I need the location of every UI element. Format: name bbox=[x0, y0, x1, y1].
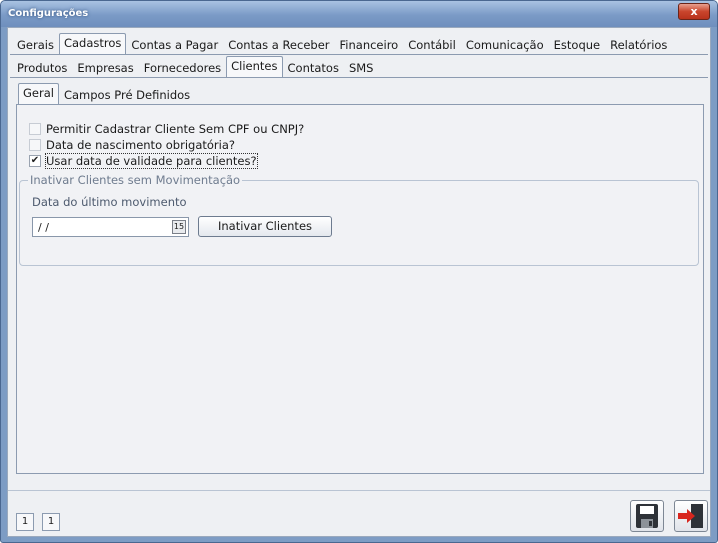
tab-clientes[interactable]: Clientes bbox=[226, 56, 283, 77]
tab-financeiro[interactable]: Financeiro bbox=[335, 35, 404, 54]
footer-divider bbox=[8, 490, 710, 491]
sub-tab-row: Produtos Empresas Fornecedores Clientes … bbox=[12, 56, 379, 77]
checkmark-icon: ✔ bbox=[30, 155, 40, 166]
pager-total: 1 bbox=[42, 513, 60, 531]
exit-door-icon bbox=[678, 504, 703, 528]
calendar-icon[interactable]: 15 bbox=[172, 220, 186, 234]
tab-estoque[interactable]: Estoque bbox=[549, 35, 605, 54]
geral-tab-content: Permitir Cadastrar Cliente Sem CPF ou CN… bbox=[16, 104, 704, 474]
checkbox-permitir-sem-cpf[interactable] bbox=[29, 123, 41, 135]
main-tab-divider bbox=[10, 54, 708, 55]
inativar-clientes-button[interactable]: Inativar Clientes bbox=[198, 216, 332, 237]
tab-gerais[interactable]: Gerais bbox=[12, 35, 59, 54]
tab-produtos[interactable]: Produtos bbox=[12, 58, 72, 77]
tab-comunicacao[interactable]: Comunicação bbox=[461, 35, 549, 54]
option-data-nascimento[interactable]: Data de nascimento obrigatória? bbox=[29, 137, 235, 153]
checkbox-data-nascimento[interactable] bbox=[29, 139, 41, 151]
last-movement-date-input[interactable]: / / 15 bbox=[32, 217, 189, 237]
checkbox-data-validade[interactable]: ✔ bbox=[29, 155, 41, 167]
inativar-clientes-group: Inativar Clientes sem Movimentação Data … bbox=[19, 173, 699, 266]
pager-current: 1 bbox=[16, 513, 34, 531]
tab-contas-a-pagar[interactable]: Contas a Pagar bbox=[126, 35, 223, 54]
tab-contas-a-receber[interactable]: Contas a Receber bbox=[223, 35, 334, 54]
group-title: Inativar Clientes sem Movimentação bbox=[28, 173, 243, 187]
floppy-disk-icon bbox=[636, 504, 658, 528]
option-label: Data de nascimento obrigatória? bbox=[46, 138, 235, 152]
date-label: Data do último movimento bbox=[32, 195, 187, 209]
title-bar[interactable]: Configurações x bbox=[1, 1, 717, 27]
window-body: Gerais Cadastros Contas a Pagar Contas a… bbox=[7, 27, 711, 537]
tab-geral[interactable]: Geral bbox=[18, 83, 59, 104]
option-label: Usar data de validade para clientes? bbox=[45, 153, 258, 169]
tab-fornecedores[interactable]: Fornecedores bbox=[139, 58, 226, 77]
configuracoes-window: Configurações x Gerais Cadastros Contas … bbox=[0, 0, 718, 543]
tab-contatos[interactable]: Contatos bbox=[283, 58, 344, 77]
exit-button[interactable] bbox=[674, 500, 708, 532]
tab-cadastros[interactable]: Cadastros bbox=[58, 33, 127, 54]
tab-empresas[interactable]: Empresas bbox=[72, 58, 138, 77]
option-label: Permitir Cadastrar Cliente Sem CPF ou CN… bbox=[46, 122, 305, 136]
save-button[interactable] bbox=[630, 500, 664, 532]
main-tab-row: Gerais Cadastros Contas a Pagar Contas a… bbox=[12, 33, 672, 54]
tab-campos-pre-definidos[interactable]: Campos Pré Definidos bbox=[59, 85, 195, 104]
date-value: / / bbox=[38, 221, 49, 234]
option-data-validade[interactable]: ✔ Usar data de validade para clientes? bbox=[29, 153, 258, 169]
tab-sms[interactable]: SMS bbox=[344, 58, 379, 77]
tab-relatorios[interactable]: Relatórios bbox=[605, 35, 672, 54]
option-permitir-sem-cpf[interactable]: Permitir Cadastrar Cliente Sem CPF ou CN… bbox=[29, 121, 304, 137]
window-title: Configurações bbox=[8, 8, 89, 19]
inner-tab-row: Geral Campos Pré Definidos bbox=[18, 83, 195, 104]
close-button[interactable]: x bbox=[678, 3, 710, 20]
clientes-panel: Geral Campos Pré Definidos Permitir Cada… bbox=[10, 78, 708, 478]
tab-contabil[interactable]: Contábil bbox=[403, 35, 461, 54]
